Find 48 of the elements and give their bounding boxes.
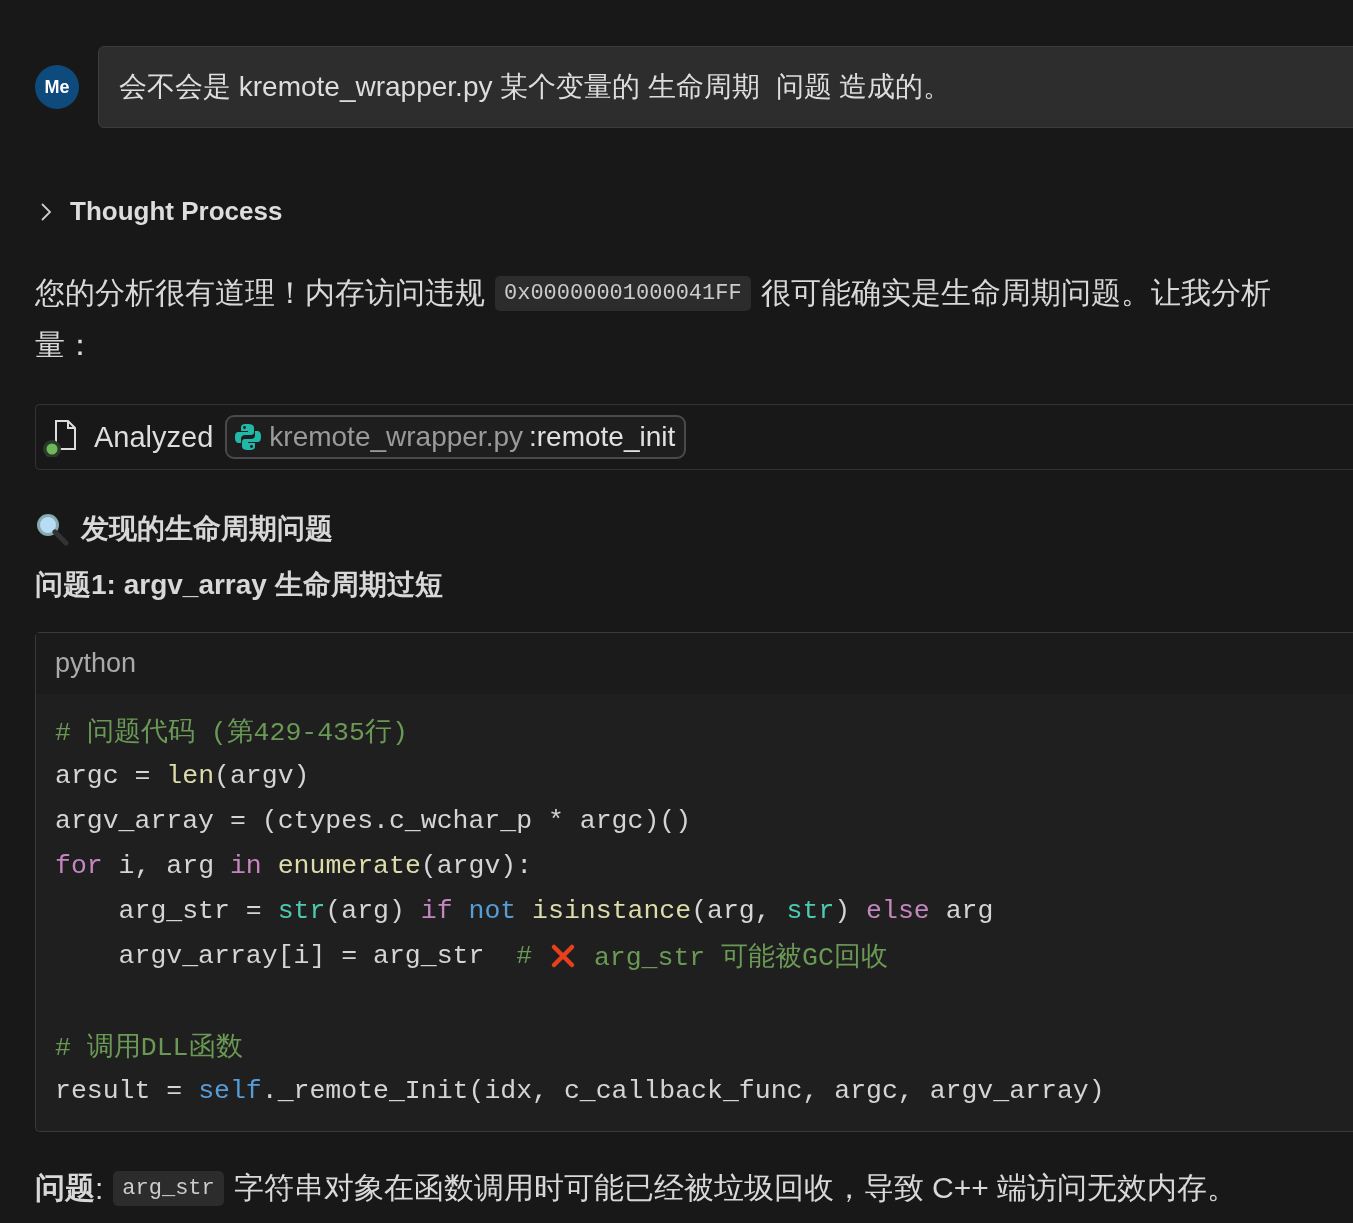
code-text: self	[198, 1075, 262, 1106]
code-text: i, arg	[117, 850, 216, 881]
paragraph-text: 您的分析很有道理！内存访问违规	[35, 274, 485, 311]
code-text: (argv):	[420, 850, 533, 881]
code-text: enumerate	[276, 850, 421, 881]
code-text: result =	[55, 1075, 184, 1106]
problem-label: 问题	[35, 1170, 95, 1206]
code-text: (arg)	[325, 895, 406, 926]
code-text: arg_str =	[117, 895, 263, 926]
code-text: for	[55, 850, 103, 881]
colon-text: :	[95, 1171, 104, 1206]
user-avatar: Me	[35, 65, 79, 109]
code-text: # 问题代码 (第429-435行)	[55, 716, 408, 749]
thought-process-toggle[interactable]: Thought Process	[35, 196, 283, 227]
paragraph-text: 字符串对象在函数调用时可能已经被垃圾回收，导致 C++ 端访问无效内存。	[233, 1170, 1238, 1206]
chevron-icon	[40, 201, 52, 222]
code-text: str	[277, 895, 326, 926]
code-text: not	[467, 895, 517, 926]
subsection-heading: 问题1: argv_array 生命周期过短	[35, 568, 444, 602]
code-text: argv_array = (ctypes.c_wchar_p * argc)()	[55, 805, 692, 836]
inline-code: 0x00000001000041FF	[495, 275, 751, 311]
code-text: #	[516, 940, 534, 971]
code-language: python	[36, 633, 1353, 694]
code-text: (argv)	[214, 760, 310, 791]
python-icon	[233, 422, 264, 452]
search-icon	[35, 512, 69, 546]
inline-code: arg_str	[113, 1171, 224, 1206]
paragraph-text: 很可能确实是生命周期问题。让我分析	[760, 274, 1271, 311]
file-link[interactable]: kremote_wrapper.py :remote_init	[225, 415, 687, 459]
paragraph-text: 量：	[35, 326, 95, 363]
code-text: arg	[944, 895, 994, 926]
code-text: len	[166, 760, 215, 791]
cross-icon	[550, 942, 576, 969]
analyzed-label: Analyzed	[94, 420, 214, 454]
code-text: arg_str 可能被GC回收	[592, 941, 888, 974]
code-text: argc =	[55, 760, 152, 791]
section-heading: 发现的生命周期问题	[81, 512, 333, 546]
code-text: (arg,	[691, 895, 772, 926]
code-text: in	[229, 850, 262, 881]
code-text: ._remote_Init(idx, c_callback_func, argc, argv_array)	[261, 1075, 1105, 1106]
code-text: if	[420, 895, 453, 926]
code-text: else	[866, 895, 930, 926]
code-text: # 调用DLL函数	[55, 1031, 243, 1064]
code-text: )	[834, 895, 852, 926]
code-text: argv_array[i] = arg_str	[117, 940, 486, 971]
message-bubble: 会不会是 kremote_wrapper.py 某个变量的 生命周期 问题 造成的。	[98, 46, 1353, 128]
code-text: str	[786, 895, 835, 926]
code-text: isinstance	[531, 895, 692, 926]
